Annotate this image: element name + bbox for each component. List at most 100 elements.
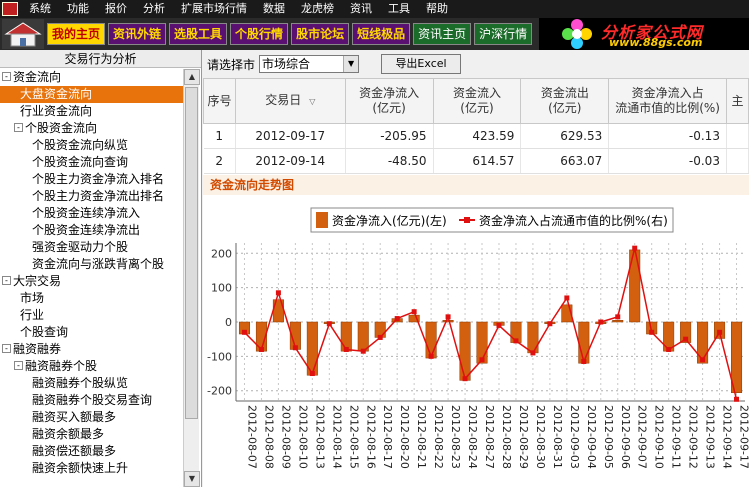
ratio-line-point xyxy=(530,350,536,356)
scroll-down-arrow-icon[interactable]: ▼ xyxy=(184,471,200,487)
market-select-value: 市场综合 xyxy=(262,57,311,71)
sidebar-item[interactable]: - 融资融券 xyxy=(0,341,184,358)
menu-quote[interactable]: 报价 xyxy=(97,0,135,18)
home-icon[interactable] xyxy=(2,19,44,49)
x-tick-label: 2012-09-11 xyxy=(670,405,683,469)
menu-function[interactable]: 功能 xyxy=(59,0,97,18)
collapse-toggle-icon[interactable]: - xyxy=(2,72,11,81)
x-tick-label: 2012-08-21 xyxy=(415,405,428,469)
x-tick-label: 2012-08-14 xyxy=(330,405,343,469)
chart-bar xyxy=(697,321,709,364)
ratio-line-point xyxy=(275,290,281,296)
collapse-toggle-icon[interactable]: - xyxy=(2,276,11,285)
toolbar-stock-picker-button[interactable]: 选股工具 xyxy=(169,23,228,45)
ratio-line-point xyxy=(241,329,247,335)
sidebar-item-label: 强资金驱动力个股 xyxy=(32,240,129,254)
menu-analysis[interactable]: 分析 xyxy=(135,0,173,18)
sidebar-scrollbar[interactable]: ▲ ▼ xyxy=(183,69,200,487)
collapse-toggle-icon[interactable]: - xyxy=(14,123,23,132)
menu-system[interactable]: 系统 xyxy=(21,0,59,18)
col-header-main[interactable]: 主 xyxy=(725,78,749,124)
cell-net-inflow: -205.95 xyxy=(345,123,434,149)
x-tick-label: 2012-09-03 xyxy=(568,405,581,469)
menu-dragon-tiger[interactable]: 龙虎榜 xyxy=(293,0,342,18)
sidebar-item[interactable]: 个股资金连续净流出 xyxy=(0,222,184,239)
table-row[interactable]: 2 2012-09-14 -48.50 614.57 663.07 -0.03 xyxy=(203,148,749,174)
sidebar-item[interactable]: 行业 xyxy=(0,307,184,324)
sidebar-item[interactable]: 个股主力资金净流入排名 xyxy=(0,171,184,188)
sidebar-item[interactable]: - 大宗交易 xyxy=(0,273,184,290)
menu-tools[interactable]: 工具 xyxy=(380,0,418,18)
ratio-line-point xyxy=(717,329,723,335)
market-select[interactable]: 市场综合 ▼ xyxy=(259,55,360,73)
ratio-line-point xyxy=(326,321,332,327)
sidebar-item[interactable]: 融资融券个股纵览 xyxy=(0,375,184,392)
toolbar-my-home-button[interactable]: 我的主页 xyxy=(47,23,106,45)
sidebar-item[interactable]: 个股主力资金净流出排名 xyxy=(0,188,184,205)
col-header-index[interactable]: 序号 xyxy=(203,78,236,124)
collapse-toggle-icon[interactable]: - xyxy=(14,361,23,370)
legend-bar-label: 资金净流入(亿元)(左) xyxy=(332,213,447,228)
sidebar-item[interactable]: 个股查询 xyxy=(0,324,184,341)
ratio-line-point xyxy=(309,371,315,377)
menu-data[interactable]: 数据 xyxy=(255,0,293,18)
y-tick-label: 200 xyxy=(211,247,232,260)
toolbar-forum-button[interactable]: 股市论坛 xyxy=(291,23,350,45)
x-tick-label: 2012-08-10 xyxy=(296,405,309,469)
toolbar-shsz-quote-button[interactable]: 沪深行情 xyxy=(474,23,533,45)
sidebar-item[interactable]: - 个股资金流向 xyxy=(0,120,184,137)
toolbar-news-links-button[interactable]: 资讯外链 xyxy=(108,23,167,45)
export-excel-button[interactable]: 导出Excel xyxy=(381,54,462,74)
col-header-date[interactable]: 交易日 ▽ xyxy=(234,78,346,124)
sidebar-item[interactable]: 融资余额最多 xyxy=(0,426,184,443)
sidebar-item[interactable]: 强资金驱动力个股 xyxy=(0,239,184,256)
sidebar-item[interactable]: 个股资金流向查询 xyxy=(0,154,184,171)
col-header-net-inflow[interactable]: 资金净流入 (亿元) xyxy=(344,78,434,124)
cell-outflow: 663.07 xyxy=(520,148,610,174)
brand-banner[interactable]: 分析家公式网 www.88gs.com xyxy=(539,18,749,50)
x-tick-label: 2012-08-09 xyxy=(279,405,292,469)
sidebar-item-label: 个股主力资金净流出排名 xyxy=(32,189,165,203)
sidebar-item[interactable]: 融资买入额最多 xyxy=(0,409,184,426)
col-header-inflow[interactable]: 资金流入 (亿元) xyxy=(432,78,522,124)
sidebar-item[interactable]: 个股资金流向纵览 xyxy=(0,137,184,154)
sidebar-item[interactable]: 融资融券个股交易查询 xyxy=(0,392,184,409)
sidebar-item[interactable]: 行业资金流向 xyxy=(0,103,184,120)
sidebar-item[interactable]: 融资余额快速上升 xyxy=(0,460,184,477)
cell-ratio: -0.03 xyxy=(608,148,727,174)
flower-logo-icon xyxy=(562,19,592,49)
sidebar-item-label: 资金流向与涨跌背离个股 xyxy=(32,257,165,271)
flow-table: 序号 交易日 ▽ 资金净流入 (亿元) 资金流入 (亿元) 资金流出 (亿元) 资金净流… xyxy=(203,78,749,174)
ratio-line-point xyxy=(513,338,519,344)
chart-bar xyxy=(340,321,352,352)
toolbar-short-term-button[interactable]: 短线极品 xyxy=(352,23,411,45)
menu-help[interactable]: 帮助 xyxy=(418,0,456,18)
col-header-outflow[interactable]: 资金流出 (亿元) xyxy=(520,78,610,124)
menu-extended-market[interactable]: 扩展市场行情 xyxy=(173,0,255,18)
trend-chart-title: 资金流向走势图 xyxy=(203,175,749,195)
ratio-line-point xyxy=(428,353,434,359)
scroll-up-arrow-icon[interactable]: ▲ xyxy=(184,69,200,85)
sidebar-item[interactable]: 市场 xyxy=(0,290,184,307)
col-header-ratio[interactable]: 资金净流入占 流通市值的比例(%) xyxy=(608,78,727,124)
sidebar-item[interactable]: - 融资融券个股 xyxy=(0,358,184,375)
sidebar-item-label: 大宗交易 xyxy=(13,274,62,288)
collapse-toggle-icon[interactable]: - xyxy=(2,344,11,353)
sidebar-item[interactable]: 大盘资金流向 xyxy=(0,86,184,103)
menu-news[interactable]: 资讯 xyxy=(342,0,380,18)
cell-outflow: 629.53 xyxy=(520,123,610,149)
sidebar-item-label: 融资余额最多 xyxy=(32,427,105,441)
ratio-line-point xyxy=(649,329,655,335)
sidebar-item[interactable]: 融资偿还额最多 xyxy=(0,443,184,460)
y-tick-label: -100 xyxy=(207,350,232,363)
x-tick-label: 2012-09-05 xyxy=(602,405,615,469)
toolbar-stock-quote-button[interactable]: 个股行情 xyxy=(230,23,289,45)
sidebar-item[interactable]: 个股资金连续净流入 xyxy=(0,205,184,222)
sidebar-item[interactable]: - 资金流向 xyxy=(0,69,184,86)
chevron-down-icon[interactable]: ▼ xyxy=(343,56,359,72)
toolbar-news-home-button[interactable]: 资讯主页 xyxy=(413,23,472,45)
sidebar-item[interactable]: 资金流向与涨跌背离个股 xyxy=(0,256,184,273)
scroll-thumb[interactable] xyxy=(185,87,198,419)
x-tick-label: 2012-09-13 xyxy=(704,405,717,469)
table-row[interactable]: 1 2012-09-17 -205.95 423.59 629.53 -0.13 xyxy=(203,123,749,149)
